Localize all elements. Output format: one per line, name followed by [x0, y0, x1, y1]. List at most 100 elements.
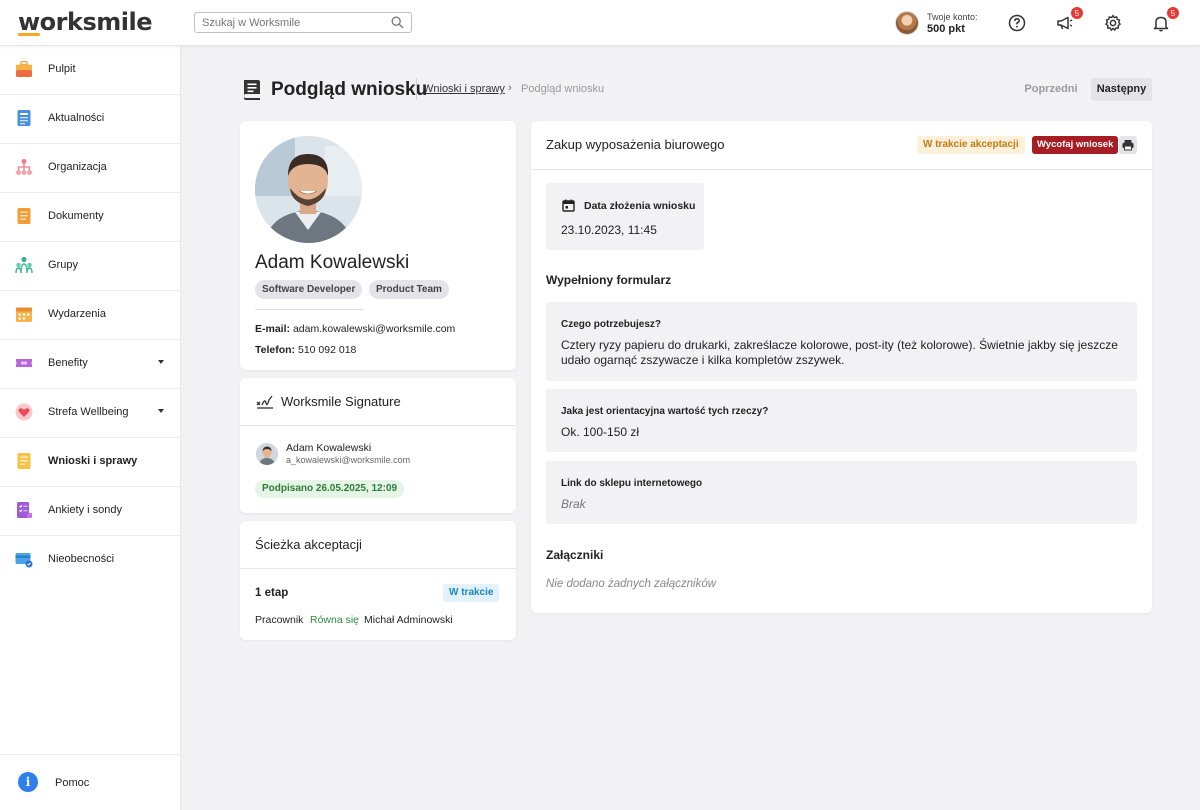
request-status-badge: W trakcie akceptacji [917, 136, 1025, 154]
sidebar-item-label: Strefa Wellbeing [48, 406, 129, 418]
notifications-badge: 5 [1166, 6, 1180, 20]
bell-icon[interactable]: 5 [1151, 6, 1180, 33]
request-document-icon [242, 79, 262, 106]
search-input[interactable] [195, 13, 375, 33]
sidebar-item-label: Nieobecności [48, 553, 115, 565]
survey-icon [15, 501, 33, 519]
breadcrumb-link[interactable]: Wnioski i sprawy [423, 83, 505, 95]
form-field: Link do sklepu internetowego Brak [546, 461, 1137, 524]
sidebar-item-label: Dokumenty [48, 210, 104, 222]
attachments-section-title: Załączniki [546, 548, 604, 562]
request-header: Zakup wyposażenia biurowego W trakcie ak… [531, 121, 1152, 170]
signature-card: Worksmile Signature Adam Kowalewski a_ko… [240, 378, 516, 513]
approver-relation: Równa się [310, 614, 360, 626]
title-separator [416, 78, 417, 100]
sidebar-item-label: Wnioski i sprawy [48, 455, 138, 467]
sidebar-item-pomoc[interactable]: i Pomoc [0, 754, 181, 810]
absence-icon [15, 550, 33, 568]
sidebar-item-label: Pomoc [55, 777, 90, 789]
sidebar-item-label: Organizacja [48, 161, 107, 173]
previous-button[interactable]: Poprzedni [1018, 78, 1084, 101]
account-avatar[interactable] [895, 11, 919, 35]
stage-label: 1 etap [255, 587, 289, 599]
submission-date-value: 23.10.2023, 11:45 [561, 223, 657, 237]
briefcase-icon [15, 60, 33, 78]
sidebar-item-label: Pulpit [48, 63, 76, 75]
request-icon [15, 452, 33, 470]
signer-name: Adam Kowalewski [286, 442, 372, 454]
calendar-icon [562, 199, 575, 217]
request-card: Zakup wyposażenia biurowego W trakcie ak… [531, 121, 1152, 613]
breadcrumb-current: Podgląd wniosku [521, 83, 605, 95]
signature-title: Worksmile Signature [281, 394, 401, 409]
email-row: E-mail: adam.kowalewski@worksmile.com [255, 323, 455, 335]
sidebar-item-dokumenty[interactable]: Dokumenty [0, 193, 181, 242]
sidebar-item-label: Benefity [48, 357, 88, 369]
form-field: Czego potrzebujesz? Cztery ryzy papieru … [546, 302, 1137, 381]
chevron-down-icon[interactable] [158, 360, 164, 364]
announcements-badge: 5 [1070, 6, 1084, 20]
sidebar-item-wellbeing[interactable]: Strefa Wellbeing [0, 389, 181, 438]
group-icon [15, 256, 33, 274]
submission-date-box: Data złożenia wniosku 23.10.2023, 11:45 [546, 183, 704, 250]
print-button[interactable] [1119, 136, 1137, 154]
help-circle-icon[interactable] [1007, 13, 1027, 33]
field-question: Link do sklepu internetowego [561, 478, 703, 489]
email-value[interactable]: adam.kowalewski@worksmile.com [293, 323, 455, 335]
newspaper-icon [15, 109, 33, 127]
phone-row: Telefon: 510 092 018 [255, 344, 356, 356]
megaphone-icon[interactable]: 5 [1055, 6, 1084, 33]
field-answer: Cztery ryzy papieru do drukarki, zakreśl… [561, 338, 1118, 367]
form-section-title: Wypełniony formularz [546, 273, 672, 287]
profile-card: Adam Kowalewski Software Developer Produ… [240, 121, 516, 370]
sidebar-item-aktualnosci[interactable]: Aktualności [0, 95, 181, 144]
sidebar-item-grupy[interactable]: Grupy [0, 242, 181, 291]
form-field: Jaka jest orientacyjna wartość tych rzec… [546, 389, 1137, 452]
approver-role: Pracownik [255, 614, 304, 626]
chevron-down-icon[interactable] [158, 409, 164, 413]
signer-avatar [256, 443, 278, 465]
next-button[interactable]: Następny [1091, 78, 1152, 101]
sidebar-item-label: Grupy [48, 259, 78, 271]
profile-photo [255, 136, 362, 243]
sidebar-item-benefity[interactable]: Benefity [0, 340, 181, 389]
divider [255, 309, 363, 310]
phone-value: 510 092 018 [297, 344, 357, 356]
gear-icon[interactable] [1103, 13, 1123, 33]
sidebar-item-wydarzenia[interactable]: Wydarzenia [0, 291, 181, 340]
field-answer: Ok. 100-150 zł [561, 425, 640, 439]
printer-icon [1122, 140, 1134, 151]
phone-label: Telefon: [255, 344, 296, 356]
stage-status-badge: W trakcie [443, 584, 500, 602]
field-question: Jaka jest orientacyjna wartość tych rzec… [561, 406, 769, 417]
account-points: 500 pkt [927, 23, 965, 35]
field-question: Czego potrzebujesz? [561, 319, 662, 330]
approval-path-header: Ścieżka akceptacji [240, 521, 516, 569]
sidebar-item-nieobecnosci[interactable]: Nieobecności [0, 536, 181, 585]
sidebar-item-pulpit[interactable]: Pulpit [0, 46, 181, 95]
signature-header: Worksmile Signature [240, 378, 516, 426]
sidebar-item-ankiety[interactable]: Ankiety i sondy [0, 487, 181, 536]
team-tag: Product Team [369, 280, 449, 299]
org-chart-icon [15, 158, 33, 176]
top-bar: worksmile Twoje konto: 500 pkt 5 5 [0, 0, 1200, 46]
calendar-icon [15, 305, 33, 323]
withdraw-request-button[interactable]: Wycofaj wniosek [1032, 136, 1119, 154]
search-icon[interactable] [391, 16, 404, 34]
ticket-icon [15, 354, 33, 372]
search-box[interactable] [194, 12, 412, 33]
sidebar-item-label: Ankiety i sondy [48, 504, 122, 516]
sidebar: Pulpit Aktualności Organizacja Dokumenty… [0, 46, 181, 810]
approval-path-card: Ścieżka akceptacji 1 etap W trakcie Prac… [240, 521, 516, 640]
request-title: Zakup wyposażenia biurowego [546, 137, 725, 152]
document-icon [15, 207, 33, 225]
app-logo[interactable]: worksmile [18, 8, 152, 36]
sidebar-item-wnioski[interactable]: Wnioski i sprawy [0, 438, 181, 487]
signature-pen-icon [256, 394, 274, 415]
approval-path-title: Ścieżka akceptacji [255, 537, 362, 552]
sidebar-item-label: Aktualności [48, 112, 105, 124]
field-answer: Brak [561, 497, 586, 511]
account-widget[interactable]: Twoje konto: 500 pkt [895, 11, 1005, 37]
sidebar-item-organizacja[interactable]: Organizacja [0, 144, 181, 193]
account-label: Twoje konto: [927, 12, 978, 22]
